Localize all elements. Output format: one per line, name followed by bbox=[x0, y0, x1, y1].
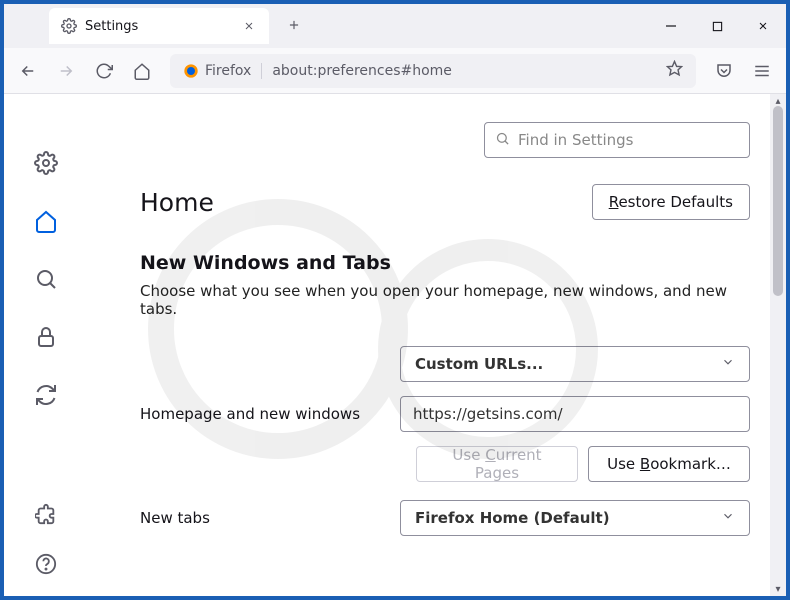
home-button[interactable] bbox=[124, 53, 160, 89]
chevron-down-icon bbox=[721, 355, 735, 373]
settings-sidebar bbox=[4, 94, 88, 596]
chevron-down-icon bbox=[721, 509, 735, 527]
bookmark-star-icon[interactable] bbox=[666, 60, 683, 81]
window-controls bbox=[648, 4, 786, 48]
search-icon bbox=[495, 131, 510, 150]
firefox-icon bbox=[183, 63, 199, 79]
gear-icon bbox=[61, 18, 77, 34]
sidebar-general-icon[interactable] bbox=[32, 149, 60, 177]
sidebar-home-icon[interactable] bbox=[32, 207, 60, 235]
sidebar-search-icon[interactable] bbox=[32, 265, 60, 293]
scroll-down-icon[interactable]: ▾ bbox=[770, 582, 786, 596]
sidebar-help-icon[interactable] bbox=[32, 550, 60, 578]
use-current-pages-button[interactable]: Use Current PagesUse Current Pages bbox=[416, 446, 578, 482]
newtabs-value: Firefox Home (Default) bbox=[415, 509, 610, 527]
restore-defaults-button[interactable]: RRestore Defaultsestore Defaults bbox=[592, 184, 750, 220]
close-window-button[interactable] bbox=[740, 4, 786, 48]
scroll-thumb[interactable] bbox=[773, 106, 783, 296]
identity-block: Firefox bbox=[183, 63, 262, 79]
homepage-label: Homepage and new windows bbox=[140, 405, 400, 423]
use-bookmark-button[interactable]: Use Bookmark…Use Bookmark… bbox=[588, 446, 750, 482]
address-bar[interactable]: Firefox about:preferences#home bbox=[170, 54, 696, 88]
scrollbar[interactable]: ▴ ▾ bbox=[770, 94, 786, 596]
section-title: New Windows and Tabs bbox=[140, 252, 750, 274]
sidebar-sync-icon[interactable] bbox=[32, 381, 60, 409]
title-bar: Settings bbox=[4, 4, 786, 48]
search-settings[interactable] bbox=[484, 122, 750, 158]
homepage-url-input[interactable] bbox=[400, 396, 750, 432]
back-button[interactable] bbox=[10, 53, 46, 89]
tab-label: Settings bbox=[85, 19, 233, 34]
identity-label: Firefox bbox=[205, 63, 251, 79]
page-title: Home bbox=[140, 188, 214, 217]
newtabs-label: New tabs bbox=[140, 509, 400, 527]
pocket-button[interactable] bbox=[706, 53, 742, 89]
menu-button[interactable] bbox=[744, 53, 780, 89]
address-url: about:preferences#home bbox=[272, 63, 656, 79]
sidebar-extensions-icon[interactable] bbox=[32, 500, 60, 528]
settings-content: Home RRestore Defaultsestore Defaults Ne… bbox=[88, 94, 786, 596]
search-settings-input[interactable] bbox=[518, 131, 739, 149]
tab-strip: Settings bbox=[4, 4, 309, 48]
homepage-mode-select[interactable]: Custom URLs... bbox=[400, 346, 750, 382]
sidebar-privacy-icon[interactable] bbox=[32, 323, 60, 351]
new-tab-button[interactable] bbox=[279, 10, 309, 40]
reload-button[interactable] bbox=[86, 53, 122, 89]
homepage-mode-value: Custom URLs... bbox=[415, 355, 543, 373]
close-tab-button[interactable] bbox=[241, 18, 257, 34]
maximize-button[interactable] bbox=[694, 4, 740, 48]
forward-button[interactable] bbox=[48, 53, 84, 89]
section-desc: Choose what you see when you open your h… bbox=[140, 282, 750, 318]
workspace: Home RRestore Defaultsestore Defaults Ne… bbox=[4, 94, 786, 596]
newtabs-select[interactable]: Firefox Home (Default) bbox=[400, 500, 750, 536]
tab-settings[interactable]: Settings bbox=[49, 8, 269, 44]
minimize-button[interactable] bbox=[648, 4, 694, 48]
toolbar: Firefox about:preferences#home bbox=[4, 48, 786, 94]
